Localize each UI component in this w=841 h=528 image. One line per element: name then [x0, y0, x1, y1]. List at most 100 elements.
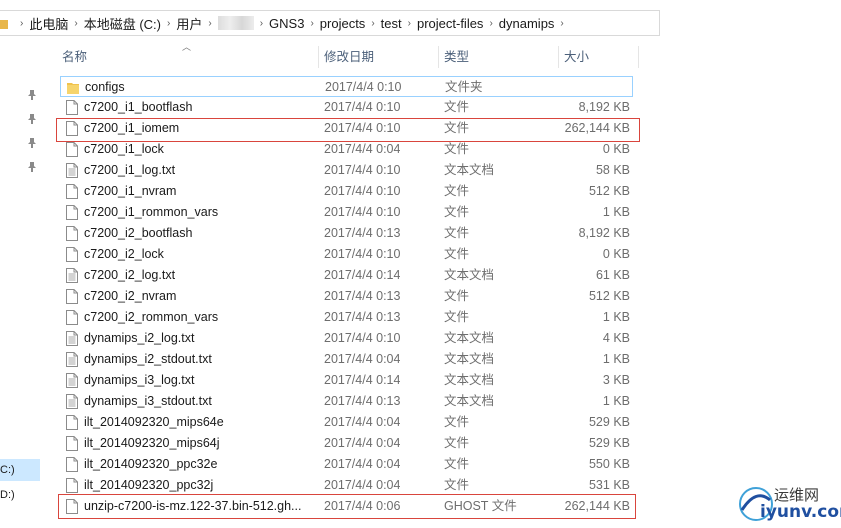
file-icon	[66, 226, 78, 241]
file-date: 2017/4/4 0:10	[324, 163, 401, 177]
text-file-icon	[66, 394, 78, 409]
file-icon	[66, 205, 78, 220]
file-row[interactable]: c7200_i1_nvram 2017/4/4 0:10 文件 512 KB	[60, 181, 633, 202]
file-size: 512 KB	[588, 289, 630, 303]
file-type: 文件	[444, 226, 470, 240]
file-size: 531 KB	[588, 478, 630, 492]
file-name: ilt_2014092320_mips64e	[84, 415, 224, 429]
file-date: 2017/4/4 0:04	[324, 436, 401, 450]
pin-icon[interactable]	[27, 162, 37, 172]
file-row[interactable]: ilt_2014092320_mips64j 2017/4/4 0:04 文件 529…	[60, 433, 633, 454]
breadcrumb-item[interactable]: 用户	[176, 14, 202, 33]
breadcrumb-separator[interactable]: ›	[560, 18, 563, 29]
file-type: 文件	[444, 142, 470, 156]
file-row[interactable]: c7200_i1_rommon_vars 2017/4/4 0:10 文件 1 KB	[60, 202, 633, 223]
breadcrumb-separator[interactable]: ›	[408, 18, 411, 29]
file-date: 2017/4/4 0:10	[324, 205, 401, 219]
column-divider[interactable]	[638, 46, 639, 68]
file-icon	[66, 184, 78, 199]
file-row[interactable]: ilt_2014092320_ppc32e 2017/4/4 0:04 文件 550 …	[60, 454, 633, 475]
watermark-url: iyunv.com	[760, 502, 841, 522]
file-row[interactable]: c7200_i2_rommon_vars 2017/4/4 0:13 文件 1 KB	[60, 307, 633, 328]
file-row[interactable]: c7200_i2_lock 2017/4/4 0:10 文件 0 KB	[60, 244, 633, 265]
pin-icon[interactable]	[27, 114, 37, 124]
file-date: 2017/4/4 0:13	[324, 289, 401, 303]
file-row[interactable]: ilt_2014092320_mips64e 2017/4/4 0:04 文件 529…	[60, 412, 633, 433]
column-type[interactable]: 类型	[438, 44, 558, 70]
file-name: c7200_i2_log.txt	[84, 268, 176, 282]
file-date: 2017/4/4 0:14	[324, 373, 401, 387]
breadcrumb-item[interactable]: 此电脑	[29, 14, 68, 33]
file-row[interactable]: dynamips_i3_stdout.txt 2017/4/4 0:13 文本文档 1…	[60, 391, 633, 412]
breadcrumb-item[interactable]: GNS3	[269, 16, 304, 31]
file-icon	[66, 100, 78, 115]
file-size: 61 KB	[595, 268, 630, 282]
breadcrumb-separator[interactable]: ›	[167, 18, 170, 29]
file-date: 2017/4/4 0:04	[324, 478, 401, 492]
breadcrumb-separator[interactable]: ›	[260, 18, 263, 29]
file-name: ilt_2014092320_ppc32e	[84, 457, 218, 471]
column-date[interactable]: 修改日期	[318, 44, 438, 70]
breadcrumb-item[interactable]	[217, 16, 254, 30]
breadcrumb-separator[interactable]: ›	[20, 18, 23, 29]
file-row[interactable]: ilt_2014092320_ppc32j 2017/4/4 0:04 文件 531 …	[60, 475, 633, 496]
breadcrumb-item[interactable]: projects	[320, 16, 366, 31]
file-icon	[66, 247, 78, 262]
nav-drive-c[interactable]: C:)	[0, 459, 40, 481]
watermark-logo: 运维网 iyunv.com	[734, 478, 841, 528]
file-date: 2017/4/4 0:14	[324, 268, 401, 282]
file-size: 3 KB	[602, 373, 630, 387]
breadcrumb-separator[interactable]: ›	[208, 18, 211, 29]
file-type: 文件	[444, 457, 470, 471]
file-type: 文件	[444, 289, 470, 303]
breadcrumb-separator[interactable]: ›	[74, 18, 77, 29]
text-file-icon	[66, 163, 78, 178]
file-row[interactable]: dynamips_i3_log.txt 2017/4/4 0:14 文本文档 3 KB	[60, 370, 633, 391]
column-name[interactable]: 名称	[56, 44, 318, 70]
file-size: 8,192 KB	[578, 100, 630, 114]
file-row[interactable]: c7200_i1_lock 2017/4/4 0:04 文件 0 KB	[60, 139, 633, 160]
file-name: configs	[85, 80, 125, 94]
breadcrumb-item[interactable]: project-files	[417, 16, 483, 31]
breadcrumb-separator[interactable]: ›	[371, 18, 374, 29]
file-size: 1 KB	[602, 394, 630, 408]
file-row[interactable]: configs 2017/4/4 0:10 文件夹	[60, 76, 633, 97]
pin-icon[interactable]	[27, 138, 37, 148]
file-type: 文件夹	[445, 80, 483, 94]
file-row[interactable]: dynamips_i2_stdout.txt 2017/4/4 0:04 文本文档 1…	[60, 349, 633, 370]
file-size: 529 KB	[588, 436, 630, 450]
file-icon	[66, 436, 78, 451]
file-type: 文本文档	[444, 352, 495, 366]
file-row[interactable]: c7200_i2_nvram 2017/4/4 0:13 文件 512 KB	[60, 286, 633, 307]
file-size: 1 KB	[602, 310, 630, 324]
pin-icon[interactable]	[27, 90, 37, 100]
file-icon	[66, 478, 78, 493]
file-name: c7200_i2_nvram	[84, 289, 177, 303]
file-type: 文件	[444, 310, 470, 324]
highlight-box	[58, 494, 636, 519]
file-row[interactable]: c7200_i2_bootflash 2017/4/4 0:13 文件 8,192 K…	[60, 223, 633, 244]
folder-icon	[67, 83, 79, 94]
file-type: 文本文档	[444, 394, 495, 408]
breadcrumb-item[interactable]: test	[381, 16, 402, 31]
file-size: 58 KB	[595, 163, 630, 177]
breadcrumb-separator[interactable]: ›	[310, 18, 313, 29]
file-name: ilt_2014092320_mips64j	[84, 436, 220, 450]
breadcrumb-separator[interactable]: ›	[489, 18, 492, 29]
file-size: 1 KB	[602, 205, 630, 219]
file-size: 0 KB	[602, 247, 630, 261]
text-file-icon	[66, 373, 78, 388]
column-size[interactable]: 大小	[558, 44, 638, 70]
breadcrumb-item[interactable]: 本地磁盘 (C:)	[84, 14, 161, 33]
file-row[interactable]: c7200_i1_log.txt 2017/4/4 0:10 文本文档 58 KB	[60, 160, 633, 181]
nav-drive-d[interactable]: D:)	[0, 484, 40, 506]
breadcrumb-item[interactable]: dynamips	[499, 16, 555, 31]
file-row[interactable]: c7200_i2_log.txt 2017/4/4 0:14 文本文档 61 KB	[60, 265, 633, 286]
file-date: 2017/4/4 0:10	[324, 184, 401, 198]
address-bar[interactable]: › 此电脑 › 本地磁盘 (C:) › 用户 › › GNS3 › projects › test › pr…	[0, 10, 660, 36]
file-row[interactable]: c7200_i1_bootflash 2017/4/4 0:10 文件 8,192 K…	[60, 97, 633, 118]
navigation-pane: C:) D:)	[0, 40, 45, 528]
file-size: 0 KB	[602, 142, 630, 156]
file-size: 4 KB	[602, 331, 630, 345]
file-row[interactable]: dynamips_i2_log.txt 2017/4/4 0:10 文本文档 4 KB	[60, 328, 633, 349]
